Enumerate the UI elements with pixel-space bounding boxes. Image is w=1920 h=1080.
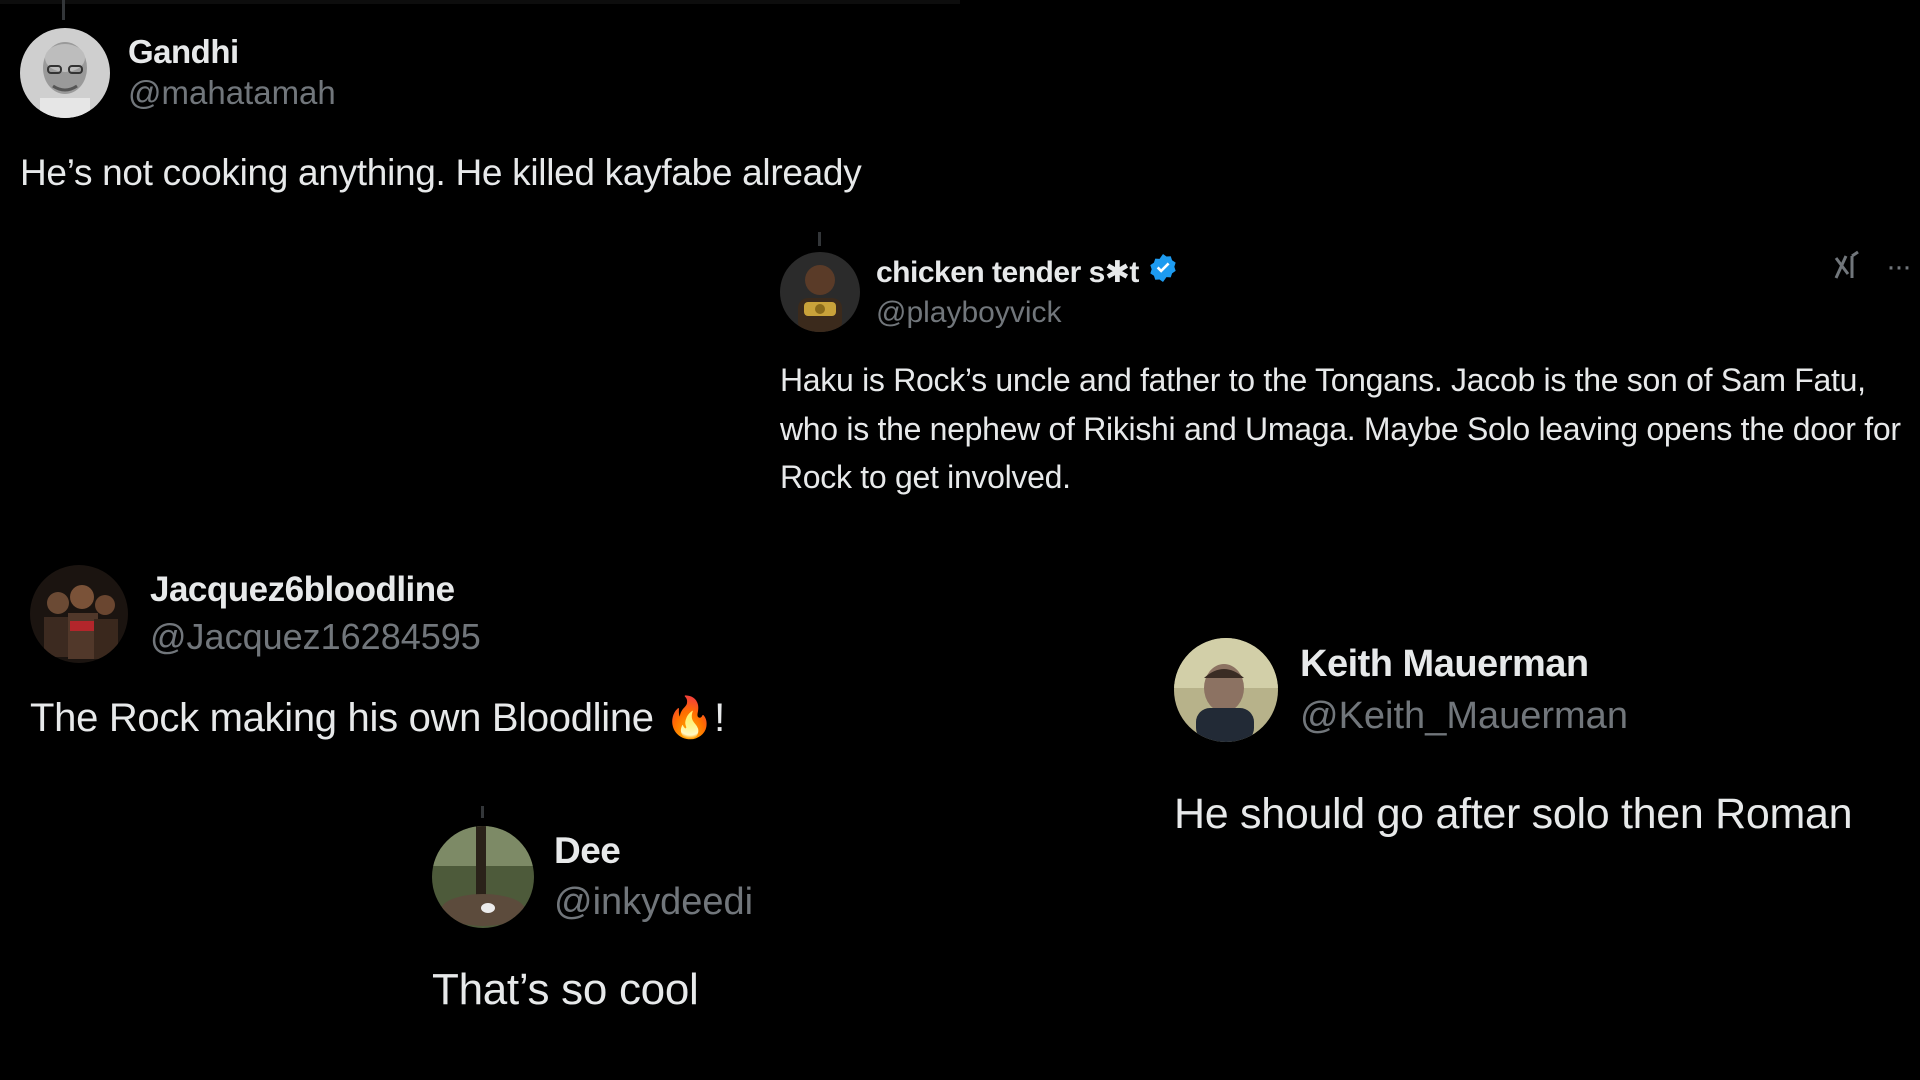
names: Gandhi @mahatamah (128, 32, 336, 114)
tweet-text: The Rock making his own Bloodline 🔥! (30, 691, 890, 745)
tweet-keith[interactable]: Keith Mauerman @Keith_Mauerman He should… (1174, 638, 1914, 842)
names: Dee @inkydeedi (554, 826, 753, 928)
avatar[interactable] (780, 252, 860, 332)
avatar-image (780, 252, 860, 332)
handle[interactable]: @playboyvick (876, 294, 1179, 332)
handle[interactable]: @Jacquez16284595 (150, 613, 481, 661)
avatar-image (20, 28, 110, 118)
tweet-header: Gandhi @mahatamah (20, 28, 980, 118)
tweet-dee[interactable]: Dee @inkydeedi That’s so cool (432, 826, 932, 1018)
thread-line (481, 806, 484, 818)
tweet-text-content: The Rock making his own Bloodline (30, 696, 665, 740)
tweet-text: Haku is Rock’s uncle and father to the T… (780, 362, 1901, 495)
tweet-header: Dee @inkydeedi (432, 826, 932, 928)
more-icon[interactable]: ··· (1886, 250, 1912, 284)
avatar[interactable] (1174, 638, 1278, 742)
verified-badge-icon (1147, 252, 1179, 294)
tweet-text: He should go after solo then Roman (1174, 790, 1853, 838)
tweet-text: He’s not cooking anything. He killed kay… (20, 152, 862, 193)
names: chicken tender s✱t @playboyvick (876, 252, 1179, 332)
grok-icon[interactable] (1830, 250, 1864, 284)
tweet-header: Jacquez6bloodline @Jacquez16284595 (30, 565, 890, 663)
avatar-image (1174, 638, 1278, 742)
display-name[interactable]: Keith Mauerman (1300, 638, 1628, 690)
top-divider (0, 0, 960, 4)
handle[interactable]: @inkydeedi (554, 876, 753, 928)
handle[interactable]: @Keith_Mauerman (1300, 690, 1628, 742)
display-name[interactable]: Dee (554, 826, 753, 876)
avatar[interactable] (20, 28, 110, 118)
avatar[interactable] (432, 826, 534, 928)
names: Jacquez6bloodline @Jacquez16284595 (150, 567, 481, 661)
thread-line (818, 232, 821, 246)
tweet-header: Keith Mauerman @Keith_Mauerman (1174, 638, 1914, 742)
tweet-gandhi[interactable]: Gandhi @mahatamah He’s not cooking anyth… (20, 28, 980, 198)
display-name[interactable]: chicken tender s✱t (876, 252, 1179, 294)
avatar-image (30, 565, 128, 663)
tweet-playboyvick[interactable]: chicken tender s✱t @playboyvick Haku is … (780, 252, 1901, 502)
display-name[interactable]: Gandhi (128, 32, 336, 72)
handle[interactable]: @mahatamah (128, 72, 336, 114)
avatar-image (432, 826, 534, 928)
tweet-header: chicken tender s✱t @playboyvick (780, 252, 1900, 332)
tweet-actions: ··· (1830, 250, 1912, 284)
avatar[interactable] (30, 565, 128, 663)
names: Keith Mauerman @Keith_Mauerman (1300, 638, 1628, 742)
thread-line (62, 0, 65, 20)
tweet-text-suffix: ! (714, 696, 725, 740)
display-name[interactable]: Jacquez6bloodline (150, 567, 481, 613)
display-name-text: chicken tender s✱t (876, 256, 1139, 289)
tweet-text: That’s so cool (432, 965, 699, 1014)
fire-emoji: 🔥 (664, 695, 715, 741)
tweet-jacquez[interactable]: Jacquez6bloodline @Jacquez16284595 The R… (30, 565, 890, 745)
